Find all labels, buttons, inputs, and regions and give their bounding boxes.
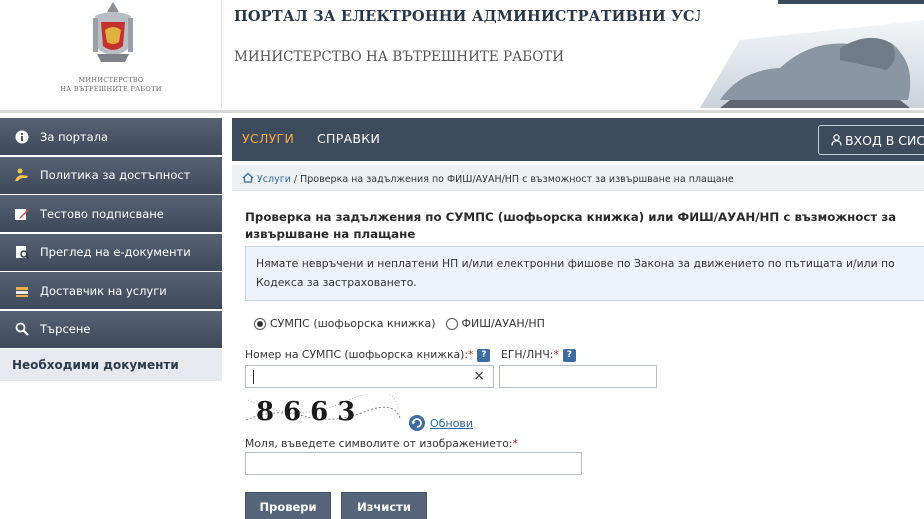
breadcrumb: Услуги / Проверка на задължения по ФИШ/А…	[232, 165, 924, 191]
captcha-code: 8663	[256, 397, 364, 426]
breadcrumb-current: Проверка на задължения по ФИШ/АУАН/НП с …	[300, 174, 734, 185]
ministry-logo-block[interactable]: Министерство на вътрешните работи	[0, 0, 222, 108]
radio-fish[interactable]	[445, 317, 458, 330]
captcha-prompt-text: Моля, въведете символите от изображениет…	[245, 437, 513, 450]
site-header: Министерство на вътрешните работи ПОРТАЛ…	[0, 0, 924, 113]
captcha-prompt-label: Моля, въведете символите от изображениет…	[245, 437, 518, 450]
sidebar-item-service-provider[interactable]: Доставчик на услуги	[0, 272, 222, 309]
ministry-title: МИНИСТЕРСТВО НА ВЪТРЕШНИТЕ РАБОТИ	[234, 49, 565, 65]
search-type-radio-group: СУМПС (шофьорска книжка) ФИШ/АУАН/НП	[254, 317, 545, 330]
top-navigation: УСЛУГИ СПРАВКИ ВХОД В СИС	[232, 118, 924, 161]
document-view-icon	[14, 244, 30, 260]
nav-services[interactable]: УСЛУГИ	[242, 131, 294, 146]
info-icon	[14, 129, 30, 145]
license-number-input[interactable]: ×	[245, 365, 494, 388]
breadcrumb-separator: /	[290, 174, 301, 185]
license-number-label: Номер на СУМПС (шофьорска книжка):*?	[245, 348, 491, 362]
help-icon[interactable]: ?	[562, 349, 576, 362]
egn-label-text: ЕГН/ЛНЧ:	[501, 348, 554, 361]
page-title: Проверка на задължения по СУМПС (шофьорс…	[245, 210, 897, 241]
logo-caption-line1: Министерство	[78, 76, 144, 84]
egn-input[interactable]	[499, 365, 657, 388]
required-mark: *	[468, 348, 474, 361]
sidebar-item-edocs[interactable]: Преглед на е-документи	[0, 233, 222, 271]
accessibility-icon	[14, 167, 30, 183]
login-button[interactable]: ВХОД В СИС	[818, 125, 924, 155]
refresh-captcha-link[interactable]: Обнови	[408, 414, 473, 432]
info-message: Нямате невръчени и неплатени НП и/или ел…	[245, 246, 924, 301]
logo-caption: Министерство на вътрешните работи	[0, 76, 222, 94]
required-mark: *	[553, 348, 559, 361]
sidebar-item-required-documents[interactable]: Необходими документи	[0, 349, 222, 381]
radio-license-label[interactable]: СУМПС (шофьорска книжка)	[270, 317, 436, 330]
pencil-icon	[14, 206, 30, 222]
egn-label: ЕГН/ЛНЧ:*?	[501, 348, 576, 362]
sidebar: За портала Политика за достъпност Тестов…	[0, 118, 222, 381]
nav-references[interactable]: СПРАВКИ	[317, 131, 380, 146]
user-icon	[831, 134, 842, 146]
login-label: ВХОД В СИС	[845, 133, 924, 148]
coat-of-arms-icon	[93, 2, 133, 62]
sidebar-item-test-signing[interactable]: Тестово подписване	[0, 195, 222, 232]
sidebar-item-search[interactable]: Търсене	[0, 310, 222, 348]
breadcrumb-home-link[interactable]: Услуги	[257, 174, 291, 185]
text-cursor	[253, 370, 254, 384]
sidebar-item-label: За портала	[40, 129, 109, 144]
stack-icon	[14, 283, 30, 299]
help-icon[interactable]: ?	[477, 349, 491, 362]
sidebar-item-accessibility[interactable]: Политика за достъпност	[0, 156, 222, 194]
lion-statue-banner-icon	[700, 0, 924, 108]
sidebar-item-label: Политика за достъпност	[40, 168, 191, 182]
license-label-text: Номер на СУМПС (шофьорска книжка):	[245, 348, 468, 361]
check-button[interactable]: Провери	[245, 492, 331, 519]
logo-caption-line2: на вътрешните работи	[60, 85, 162, 93]
home-icon[interactable]	[242, 172, 254, 183]
radio-fish-label[interactable]: ФИШ/АУАН/НП	[462, 317, 545, 330]
sidebar-item-label: Тестово подписване	[40, 206, 164, 221]
sidebar-item-about[interactable]: За портала	[0, 118, 222, 155]
captcha-input[interactable]	[245, 452, 582, 475]
search-icon	[14, 321, 30, 337]
clear-icon[interactable]: ×	[473, 368, 485, 384]
captcha-image: 8663	[244, 394, 402, 426]
portal-title: ПОРТАЛ ЗА ЕЛЕКТРОННИ АДМИНИСТРАТИВНИ УСЛ…	[234, 8, 744, 25]
refresh-icon	[409, 415, 425, 431]
radio-license[interactable]	[254, 317, 266, 330]
clear-button[interactable]: Изчисти	[341, 492, 427, 519]
sidebar-item-label: Преглед на е-документи	[40, 245, 191, 259]
required-mark: *	[512, 437, 518, 450]
sidebar-item-label: Доставчик на услуги	[40, 283, 167, 298]
sidebar-item-label: Търсене	[40, 322, 91, 336]
refresh-label: Обнови	[430, 416, 473, 430]
